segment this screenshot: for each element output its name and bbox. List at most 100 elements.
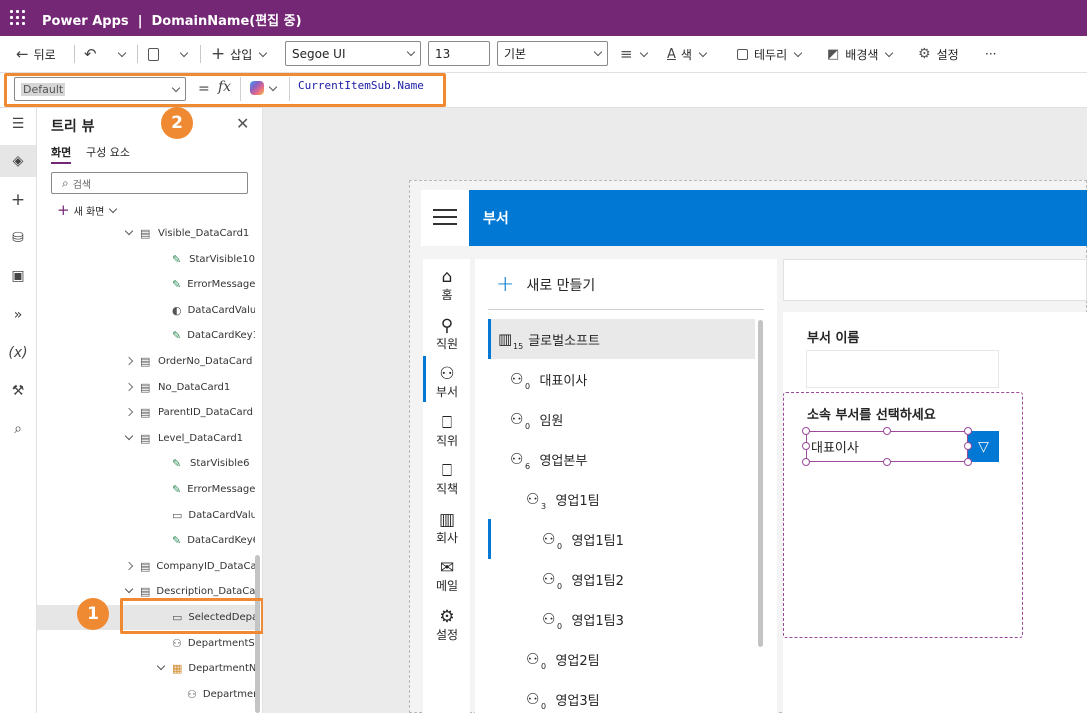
resize-handle[interactable] xyxy=(802,458,810,466)
tree-node[interactable]: ⚇ Department xyxy=(37,682,255,707)
color-button[interactable]: A색 xyxy=(667,36,708,72)
chevron-down-icon[interactable] xyxy=(156,661,166,671)
new-department-button[interactable]: + 새로 만들기 xyxy=(496,272,595,297)
tree-node[interactable]: ✎ StarVisible10 xyxy=(37,247,255,272)
font-color-icon: A xyxy=(667,46,676,62)
border-button[interactable]: 테두리 xyxy=(737,36,803,72)
resize-handle[interactable] xyxy=(802,442,810,450)
tab-screens[interactable]: 화면 xyxy=(51,144,72,164)
chevron-right-icon[interactable] xyxy=(124,382,134,391)
power-automate-icon[interactable]: » xyxy=(0,299,36,331)
tree-node[interactable]: ✎ ErrorMessage10 xyxy=(37,272,255,297)
department-list-item[interactable]: ⚇ 0 영업1팀2 xyxy=(488,559,756,599)
undo-dropdown[interactable] xyxy=(117,36,127,72)
app-nav-item[interactable]: ▥ 회사 xyxy=(425,511,469,546)
member-count: 6 xyxy=(525,462,531,471)
menu-icon[interactable]: ☰ xyxy=(0,108,36,140)
tree-node[interactable]: ✎ DataCardKey6 xyxy=(37,528,255,553)
paste-button[interactable] xyxy=(148,36,159,72)
tree-node[interactable]: ✎ ErrorMessage6 xyxy=(37,477,255,502)
tree-node[interactable]: ▤ No_DataCard1 xyxy=(37,375,255,400)
hamburger-icon[interactable] xyxy=(433,209,457,225)
department-list-item[interactable]: ⚇ 0 영업2팀 xyxy=(488,639,756,679)
resize-handle[interactable] xyxy=(802,427,810,435)
tree-scrollbar[interactable] xyxy=(255,555,260,713)
divider xyxy=(488,309,764,310)
department-list-item[interactable]: ▥ 15 글로벌소프트 xyxy=(488,319,755,359)
tree-node[interactable]: ▤ CompanyID_DataCa xyxy=(37,554,255,579)
chevron-right-icon[interactable] xyxy=(124,407,134,417)
font-family-select[interactable]: Segoe UI xyxy=(285,41,421,66)
list-scrollbar[interactable] xyxy=(758,320,763,647)
name-input[interactable] xyxy=(806,350,999,388)
insert-icon[interactable]: + xyxy=(0,184,36,216)
resize-handle[interactable] xyxy=(964,427,972,435)
tree-node[interactable]: ▤ Level_DataCard1 xyxy=(37,426,255,451)
department-list-item[interactable]: ⚇ 0 영업1팀3 xyxy=(488,599,756,639)
tree-node[interactable]: ◐ DataCardValue1 xyxy=(37,298,255,323)
department-list-item[interactable]: ⚇ 0 영업1팀1 xyxy=(488,519,756,559)
chevron-right-icon[interactable] xyxy=(124,356,134,366)
tools-icon[interactable]: ⚒ xyxy=(0,375,36,407)
new-screen-button[interactable]: + 새 화면 xyxy=(57,201,118,219)
app-nav-item[interactable]: ⎕ 직책 xyxy=(425,462,469,497)
tree-node[interactable]: ▤ Visible_DataCard1 xyxy=(37,221,255,246)
resize-handle[interactable] xyxy=(964,442,972,450)
chevron-down-icon[interactable] xyxy=(124,585,134,594)
dropdown-arrow-icon[interactable]: ▽ xyxy=(968,431,999,462)
chevron-right-icon[interactable] xyxy=(124,561,134,571)
department-label: 영업2팀 xyxy=(555,653,600,669)
tree-node[interactable]: ⚇ DepartmentSele xyxy=(37,631,255,656)
resize-handle[interactable] xyxy=(883,458,891,466)
parent-label: 소속 부서를 선택하세요 xyxy=(807,408,936,423)
tree-node[interactable]: ▤ OrderNo_DataCard xyxy=(37,349,255,374)
resize-handle[interactable] xyxy=(883,427,891,435)
search-icon: ⌕ xyxy=(62,175,69,190)
tree-node[interactable]: ▦ DepartmentNar xyxy=(37,656,255,681)
align-button[interactable]: ≡ xyxy=(620,36,648,72)
department-list-item[interactable]: ⚇ 3 영업1팀 xyxy=(488,479,756,519)
resize-handle[interactable] xyxy=(964,458,972,466)
chevron-down-icon xyxy=(406,47,416,57)
chevron-down-icon[interactable] xyxy=(124,431,134,441)
insert-button[interactable]: + 삽입 xyxy=(211,36,268,72)
data-icon[interactable]: ⛁ xyxy=(0,222,36,254)
department-list-item[interactable]: ⚇ 0 임원 xyxy=(488,399,756,439)
settings-button[interactable]: ⚙ 설정 xyxy=(918,36,959,72)
member-count: 0 xyxy=(541,662,547,671)
description-datacard[interactable] xyxy=(783,392,1023,638)
gallery-icon: ▦ xyxy=(172,662,183,676)
font-weight-select[interactable]: 기본 xyxy=(497,41,608,66)
app-nav-item[interactable]: ✉ 메일 xyxy=(425,559,469,594)
building-icon: ▥ xyxy=(438,509,456,530)
department-list-item[interactable]: ⚇ 0 영업3팀 xyxy=(488,679,756,719)
search-input[interactable]: ⌕ 검색 xyxy=(51,172,248,194)
media-icon[interactable]: ▣ xyxy=(0,260,36,292)
tab-components[interactable]: 구성 요소 xyxy=(86,144,130,160)
app-nav-item[interactable]: ⌂ 홈 xyxy=(425,268,469,303)
app-launcher-icon[interactable] xyxy=(10,10,26,26)
variables-icon[interactable]: (x) xyxy=(0,337,36,369)
tree-node[interactable]: ✎ DataCardKey10 xyxy=(37,323,255,348)
tree-node[interactable]: ▭ DataCardValue6 xyxy=(37,503,255,528)
font-size-input[interactable]: 13 xyxy=(428,41,490,66)
app-nav-item[interactable]: ⚙ 설정 xyxy=(425,608,469,643)
back-button[interactable]: ← 뒤로 xyxy=(16,36,56,72)
department-list-item[interactable]: ⚇ 0 대표이사 xyxy=(488,359,756,399)
undo-button[interactable]: ↶ xyxy=(84,36,97,72)
fill-button[interactable]: ◩ 배경색 xyxy=(827,36,894,72)
app-nav-item[interactable]: ⚲ 직원 xyxy=(425,317,469,352)
department-label: 임원 xyxy=(539,413,564,429)
app-nav-item[interactable]: ⎕ 직위 xyxy=(425,414,469,449)
more-button[interactable]: ··· xyxy=(985,36,996,72)
search-icon[interactable]: ⌕ xyxy=(0,413,36,445)
department-list-item[interactable]: ⚇ 6 영업본부 xyxy=(488,439,756,479)
tree-node[interactable]: ▤ ParentID_DataCard xyxy=(37,400,255,425)
tree-node[interactable]: ✎ StarVisible6 xyxy=(37,451,255,476)
paste-dropdown[interactable] xyxy=(179,36,189,72)
card-icon: ▤ xyxy=(140,585,151,599)
app-nav-item[interactable]: ⚇ 부서 xyxy=(425,365,469,400)
close-icon[interactable]: ✕ xyxy=(236,114,249,133)
tree-view-icon[interactable]: ◈ xyxy=(0,145,36,177)
chevron-down-icon[interactable] xyxy=(124,226,134,236)
